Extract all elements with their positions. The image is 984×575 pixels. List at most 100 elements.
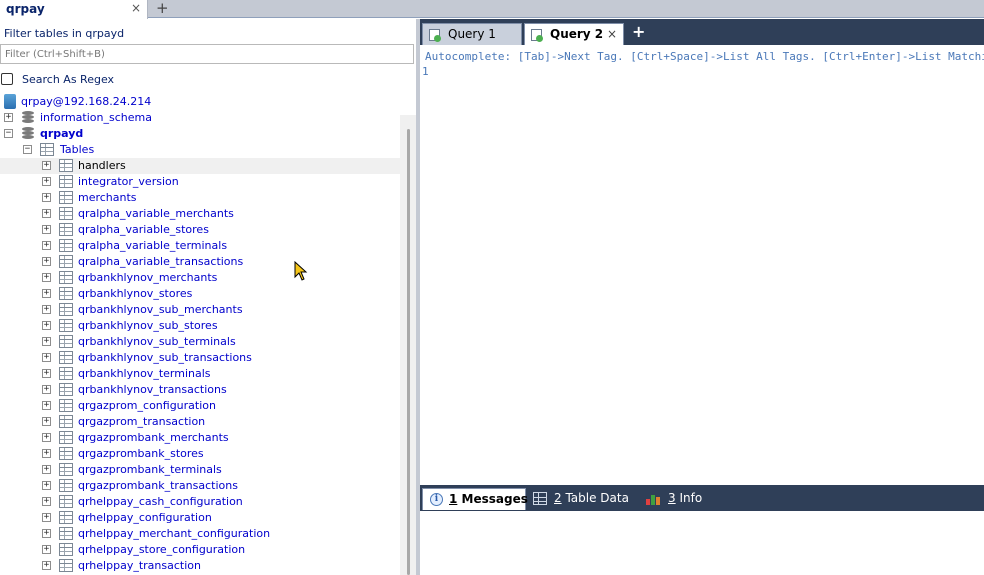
filter-input[interactable] bbox=[0, 44, 414, 64]
expand-icon[interactable]: + bbox=[42, 177, 51, 186]
table-label: merchants bbox=[78, 191, 137, 204]
expand-icon[interactable]: + bbox=[42, 353, 51, 362]
table-row[interactable]: + handlers bbox=[0, 158, 400, 174]
expand-icon[interactable]: + bbox=[42, 209, 51, 218]
expand-icon[interactable]: + bbox=[4, 113, 13, 122]
table-row[interactable]: + qrgazprombank_merchants bbox=[0, 430, 400, 446]
expand-icon[interactable]: + bbox=[42, 497, 51, 506]
table-label: qrgazprombank_transactions bbox=[78, 479, 238, 492]
table-icon bbox=[59, 495, 73, 508]
connection-tab[interactable]: qrpay × bbox=[0, 0, 148, 19]
tree-db-row[interactable]: + information_schema bbox=[0, 110, 400, 126]
expand-icon[interactable]: + bbox=[42, 481, 51, 490]
expand-icon[interactable]: + bbox=[42, 161, 51, 170]
grid-icon bbox=[533, 492, 547, 505]
collapse-icon[interactable]: − bbox=[4, 129, 13, 138]
table-row[interactable]: + qrhelppay_merchant_configuration bbox=[0, 526, 400, 542]
expand-icon[interactable]: + bbox=[42, 225, 51, 234]
line-number: 1 bbox=[422, 65, 429, 78]
database-label: information_schema bbox=[40, 111, 152, 124]
expand-icon[interactable]: + bbox=[42, 305, 51, 314]
tab-label: Table Data bbox=[561, 491, 629, 505]
table-icon bbox=[59, 511, 73, 524]
connection-tab-strip: qrpay × + bbox=[0, 0, 984, 19]
close-icon[interactable]: × bbox=[607, 27, 617, 41]
expand-icon[interactable]: + bbox=[42, 561, 51, 570]
tab-number: 2 bbox=[554, 491, 562, 505]
table-label: qrbankhlynov_transactions bbox=[78, 383, 227, 396]
table-row[interactable]: + qrbankhlynov_merchants bbox=[0, 270, 400, 286]
tree-folder-row[interactable]: − Tables bbox=[0, 142, 400, 158]
tab-messages[interactable]: i 1 Messages bbox=[422, 488, 528, 510]
table-row[interactable]: + qrbankhlynov_sub_transactions bbox=[0, 350, 400, 366]
tables-folder-label: Tables bbox=[60, 143, 95, 156]
table-row[interactable]: + qralpha_variable_transactions bbox=[0, 254, 400, 270]
query-icon bbox=[531, 29, 543, 42]
table-row[interactable]: + qrhelppay_cash_configuration bbox=[0, 494, 400, 510]
table-row[interactable]: + merchants bbox=[0, 190, 400, 206]
expand-icon[interactable]: + bbox=[42, 401, 51, 410]
expand-icon[interactable]: + bbox=[42, 193, 51, 202]
table-label: qrgazprombank_terminals bbox=[78, 463, 222, 476]
table-row[interactable]: + qrbankhlynov_terminals bbox=[0, 366, 400, 382]
add-query-icon[interactable]: + bbox=[632, 22, 645, 41]
vertical-scrollbar[interactable] bbox=[400, 115, 416, 575]
expand-icon[interactable]: + bbox=[42, 273, 51, 282]
tab-query-2[interactable]: Query 2 × bbox=[524, 23, 624, 45]
expand-icon[interactable]: + bbox=[42, 465, 51, 474]
tab-query-1[interactable]: Query 1 bbox=[422, 23, 522, 45]
tree-server-row[interactable]: qrpay@192.168.24.214 bbox=[0, 94, 400, 110]
tab-label: Info bbox=[675, 491, 703, 505]
database-icon bbox=[22, 111, 34, 124]
result-tab-strip: i 1 Messages 2 Table Data 3 Info bbox=[420, 485, 984, 511]
query-editor[interactable]: Autocomplete: [Tab]->Next Tag. [Ctrl+Spa… bbox=[420, 45, 984, 485]
table-row[interactable]: + qrhelppay_configuration bbox=[0, 510, 400, 526]
expand-icon[interactable]: + bbox=[42, 337, 51, 346]
tables-folder-icon bbox=[40, 143, 54, 156]
table-row[interactable]: + qralpha_variable_merchants bbox=[0, 206, 400, 222]
table-row[interactable]: + qrgazprombank_terminals bbox=[0, 462, 400, 478]
collapse-icon[interactable]: − bbox=[23, 145, 32, 154]
table-row[interactable]: + qralpha_variable_terminals bbox=[0, 238, 400, 254]
table-icon bbox=[59, 415, 73, 428]
expand-icon[interactable]: + bbox=[42, 417, 51, 426]
expand-icon[interactable]: + bbox=[42, 241, 51, 250]
table-row[interactable]: + qralpha_variable_stores bbox=[0, 222, 400, 238]
table-row[interactable]: + qrhelppay_transaction bbox=[0, 558, 400, 574]
tree-db-row[interactable]: − qrpayd bbox=[0, 126, 400, 142]
expand-icon[interactable]: + bbox=[42, 321, 51, 330]
server-icon bbox=[4, 94, 16, 109]
table-row[interactable]: + qrbankhlynov_sub_stores bbox=[0, 318, 400, 334]
expand-icon[interactable]: + bbox=[42, 449, 51, 458]
table-row[interactable]: + qrgazprombank_stores bbox=[0, 446, 400, 462]
table-row[interactable]: + qrgazprombank_transactions bbox=[0, 478, 400, 494]
table-label: qrhelppay_cash_configuration bbox=[78, 495, 243, 508]
tab-info[interactable]: 3 Info bbox=[642, 488, 712, 510]
expand-icon[interactable]: + bbox=[42, 545, 51, 554]
expand-icon[interactable]: + bbox=[42, 385, 51, 394]
add-connection-icon[interactable]: + bbox=[156, 0, 169, 17]
tab-table-data[interactable]: 2 Table Data bbox=[528, 488, 636, 510]
expand-icon[interactable]: + bbox=[42, 513, 51, 522]
table-row[interactable]: + qrgazprom_configuration bbox=[0, 398, 400, 414]
table-row[interactable]: + integrator_version bbox=[0, 174, 400, 190]
expand-icon[interactable]: + bbox=[42, 529, 51, 538]
expand-icon[interactable]: + bbox=[42, 369, 51, 378]
close-icon[interactable]: × bbox=[131, 1, 141, 15]
database-label: qrpayd bbox=[40, 127, 84, 140]
table-row[interactable]: + qrbankhlynov_transactions bbox=[0, 382, 400, 398]
table-label: qralpha_variable_terminals bbox=[78, 239, 228, 252]
expand-icon[interactable]: + bbox=[42, 289, 51, 298]
expand-icon[interactable]: + bbox=[42, 433, 51, 442]
table-row[interactable]: + qrgazprom_transaction bbox=[0, 414, 400, 430]
table-icon bbox=[59, 303, 73, 316]
table-row[interactable]: + qrhelppay_store_configuration bbox=[0, 542, 400, 558]
table-label: qrbankhlynov_sub_transactions bbox=[78, 351, 252, 364]
table-row[interactable]: + qrbankhlynov_stores bbox=[0, 286, 400, 302]
table-row[interactable]: + qrbankhlynov_sub_terminals bbox=[0, 334, 400, 350]
table-row[interactable]: + qrbankhlynov_sub_merchants bbox=[0, 302, 400, 318]
server-label: qrpay@192.168.24.214 bbox=[21, 95, 152, 108]
expand-icon[interactable]: + bbox=[42, 257, 51, 266]
search-as-regex-checkbox[interactable] bbox=[1, 73, 13, 85]
scrollbar-thumb[interactable] bbox=[407, 129, 410, 575]
